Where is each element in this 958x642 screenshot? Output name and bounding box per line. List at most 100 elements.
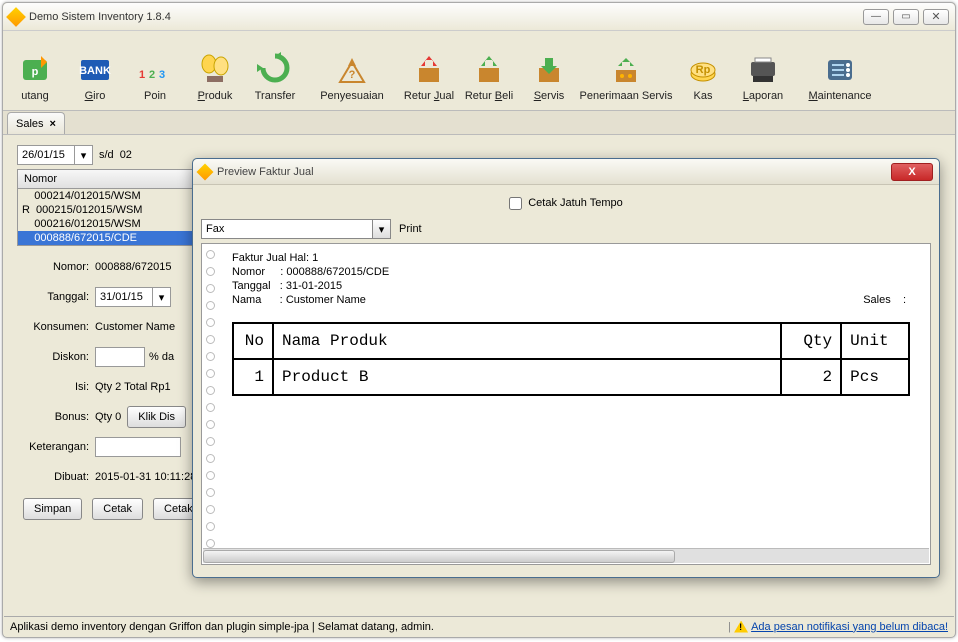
toolbar-maintenance[interactable]: Maintenance (793, 50, 887, 104)
preview-title: Preview Faktur Jual (217, 166, 891, 178)
svg-text:1: 1 (139, 69, 145, 81)
servis-icon (531, 52, 567, 88)
toolbar-penyesuaian[interactable]: ?Penyesuaian (305, 50, 399, 104)
list-header: Nomor (18, 170, 192, 189)
doc-tanggal-line: Tanggal : 31-01-2015 (232, 280, 924, 292)
minimize-button[interactable]: — (863, 9, 889, 25)
kas-icon: Rp (685, 52, 721, 88)
col-nama-produk: Nama Produk (273, 323, 781, 359)
toolbar-giro[interactable]: BANK Giro (65, 50, 125, 104)
document-preview: Faktur Jual Hal: 1 Nomor : 000888/672015… (201, 243, 931, 565)
preview-close-button[interactable]: X (891, 163, 933, 181)
chevron-down-icon[interactable]: ▾ (372, 220, 390, 238)
toolbar-penerimaanservis[interactable]: Penerimaan Servis (579, 50, 673, 104)
utang-icon: p (17, 52, 53, 88)
maintenance-icon (822, 52, 858, 88)
produk-icon (197, 52, 233, 88)
doc-nomor-line: Nomor : 000888/672015/CDE (232, 266, 924, 278)
date-from-dropdown-icon[interactable]: ▾ (74, 146, 92, 164)
status-text: Aplikasi demo inventory dengan Griffon d… (10, 621, 728, 633)
toolbar-transfer[interactable]: Transfer (245, 50, 305, 104)
toolbar-label: Kas (694, 90, 713, 102)
isi-label: Isi: (17, 381, 95, 393)
svg-text:3: 3 (159, 69, 165, 81)
window-title: Demo Sistem Inventory 1.8.4 (29, 11, 863, 23)
maximize-button[interactable]: ▭ (893, 9, 919, 25)
bonus-label: Bonus: (17, 411, 95, 423)
doc-item-row: 1Product B2Pcs (233, 359, 909, 395)
toolbar-laporan[interactable]: Laporan (733, 50, 793, 104)
tanggal-label: Tanggal: (17, 291, 95, 303)
toolbar-utang[interactable]: putang (5, 50, 65, 104)
app-icon (6, 7, 26, 27)
konsumen-label: Konsumen: (17, 321, 95, 333)
date-from-box[interactable]: ▾ (17, 145, 93, 165)
col-unit: Unit (841, 323, 909, 359)
close-button[interactable]: ✕ (923, 9, 949, 25)
toolbar-returjual[interactable]: Retur Jual (399, 50, 459, 104)
diskon-input[interactable] (95, 347, 145, 367)
returjual-icon (411, 52, 447, 88)
tanggal-box[interactable]: ▾ (95, 287, 171, 307)
toolbar-kas[interactable]: Rp Kas (673, 50, 733, 104)
preview-window: Preview Faktur Jual X Cetak Jatuh Tempo … (192, 158, 940, 578)
col-qty: Qty (781, 323, 841, 359)
doc-items-table: No Nama Produk Qty Unit 1Product B2Pcs (232, 322, 910, 396)
tanggal-input[interactable] (96, 288, 152, 306)
status-bar: Aplikasi demo inventory dengan Griffon d… (4, 616, 954, 636)
svg-text:2: 2 (149, 69, 155, 81)
invoice-list: Nomor 000214/012015/WSMR 000215/012015/W… (17, 169, 193, 246)
toolbar-label: Retur Jual (404, 90, 454, 102)
transfer-icon (257, 52, 293, 88)
toolbar-poin[interactable]: 123 Poin (125, 50, 185, 104)
simpan-button[interactable]: Simpan (23, 498, 82, 520)
bonus-button[interactable]: Klik Dis (127, 406, 186, 428)
doc-heading: Faktur Jual Hal: 1 (232, 252, 924, 264)
svg-text:p: p (32, 66, 39, 78)
diskon-suffix: % da (149, 351, 174, 363)
dibuat-label: Dibuat: (17, 471, 95, 483)
toolbar-produk[interactable]: Produk (185, 50, 245, 104)
date-from-input[interactable] (18, 146, 74, 164)
toolbar-label: Poin (144, 90, 166, 102)
output-combo[interactable]: Fax ▾ (201, 219, 391, 239)
giro-icon: BANK (77, 52, 113, 88)
preview-title-bar: Preview Faktur Jual X (193, 159, 939, 185)
scrollbar-thumb[interactable] (203, 550, 675, 563)
keterangan-input[interactable] (95, 437, 181, 457)
tab-label: Sales (16, 118, 44, 130)
col-no: No (233, 323, 273, 359)
nomor-label: Nomor: (17, 261, 95, 273)
notification-text: Ada pesan notifikasi yang belum dibaca! (751, 621, 948, 633)
toolbar-label: Laporan (743, 90, 783, 102)
punch-holes (206, 244, 218, 564)
horizontal-scrollbar[interactable] (203, 548, 929, 563)
print-link[interactable]: Print (399, 223, 422, 235)
svg-text:BANK: BANK (79, 65, 111, 77)
toolbar-label: Retur Beli (465, 90, 513, 102)
toolbar-label: Giro (85, 90, 106, 102)
chevron-down-icon[interactable]: ▾ (152, 288, 170, 306)
close-tab-icon[interactable]: × (50, 118, 56, 130)
toolbar-returbeli[interactable]: Retur Beli (459, 50, 519, 104)
title-bar: Demo Sistem Inventory 1.8.4 — ▭ ✕ (3, 3, 955, 31)
diskon-label: Diskon: (17, 351, 95, 363)
cetak-button[interactable]: Cetak (92, 498, 143, 520)
list-row[interactable]: 000214/012015/WSM (18, 189, 192, 203)
cetak-jatuh-tempo-checkbox[interactable] (509, 197, 522, 210)
notification-link[interactable]: Ada pesan notifikasi yang belum dibaca! (734, 621, 948, 633)
dibuat-value: 2015-01-31 10:11:28 (95, 471, 196, 483)
list-row[interactable]: 000888/672015/CDE (18, 231, 192, 245)
toolbar-servis[interactable]: Servis (519, 50, 579, 104)
sd-label: s/d (99, 149, 114, 161)
keterangan-label: Keterangan: (17, 441, 95, 453)
list-row[interactable]: R 000215/012015/WSM (18, 203, 192, 217)
toolbar-label: Maintenance (809, 90, 872, 102)
isi-value: Qty 2 Total Rp1 (95, 381, 171, 393)
tab-sales[interactable]: Sales × (7, 112, 65, 134)
toolbar-label: Penyesuaian (320, 90, 384, 102)
combo-value: Fax (202, 223, 372, 235)
bonus-value: Qty 0 (95, 411, 121, 423)
list-row[interactable]: 000216/012015/WSM (18, 217, 192, 231)
toolbar-label: Produk (198, 90, 233, 102)
